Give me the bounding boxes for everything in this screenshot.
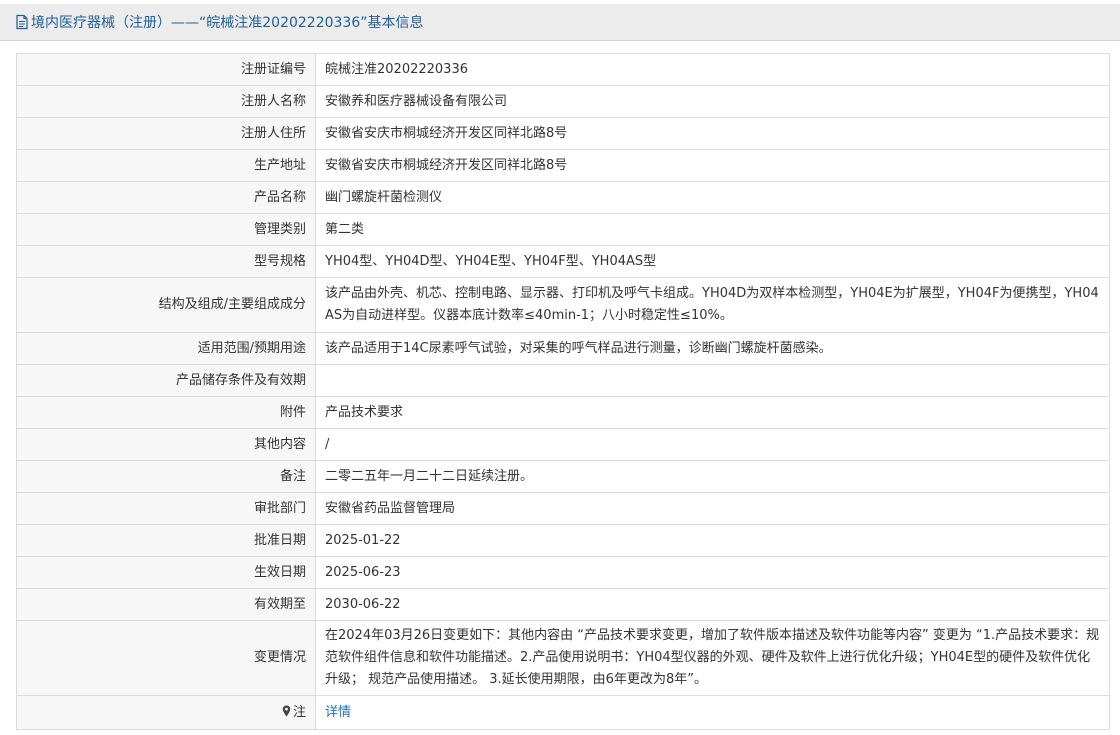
field-value: 安徽省安庆市桐城经济开发区同祥北路8号: [315, 117, 1110, 150]
field-label: 审批部门: [16, 492, 316, 525]
field-label: 注册证编号: [16, 53, 316, 86]
field-value: 皖械注准20202220336: [315, 53, 1110, 86]
field-value: 2025-01-22: [315, 524, 1110, 557]
page: 境内医疗器械（注册）——“皖械注准20202220336”基本信息 注册证编号 …: [0, 0, 1120, 735]
table-row: 产品名称 幽门螺旋杆菌检测仪: [16, 181, 1110, 214]
field-label: 适用范围/预期用途: [16, 332, 316, 365]
table-row: 注册人名称 安徽养和医疗器械设备有限公司: [16, 85, 1110, 118]
table-row: 附件 产品技术要求: [16, 396, 1110, 429]
note-label-cell: 注: [16, 695, 316, 730]
field-value: 该产品由外壳、机芯、控制电路、显示器、打印机及呼气卡组成。YH04D为双样本检测…: [315, 277, 1110, 333]
document-icon: [16, 14, 28, 30]
table-row: 审批部门 安徽省药品监督管理局: [16, 492, 1110, 525]
field-value: [315, 364, 1110, 397]
field-label: 有效期至: [16, 588, 316, 621]
field-label: 结构及组成/主要组成成分: [16, 277, 316, 333]
field-label: 生效日期: [16, 556, 316, 589]
field-value: 该产品适用于14C尿素呼气试验，对采集的呼气样品进行测量，诊断幽门螺旋杆菌感染。: [315, 332, 1110, 365]
page-title: 境内医疗器械（注册）——“皖械注准20202220336”基本信息: [31, 15, 424, 31]
page-header: 境内医疗器械（注册）——“皖械注准20202220336”基本信息: [0, 4, 1120, 41]
field-value: 安徽省安庆市桐城经济开发区同祥北路8号: [315, 149, 1110, 182]
table-row: 生效日期 2025-06-23: [16, 556, 1110, 589]
table-row: 管理类别 第二类: [16, 213, 1110, 246]
field-label: 注册人名称: [16, 85, 316, 118]
table-row: 产品储存条件及有效期: [16, 364, 1110, 397]
field-value: 安徽养和医疗器械设备有限公司: [315, 85, 1110, 118]
field-label: 注册人住所: [16, 117, 316, 150]
field-label: 备注: [16, 460, 316, 493]
table-row: 型号规格 YH04型、YH04D型、YH04E型、YH04F型、YH04AS型: [16, 245, 1110, 278]
field-value: 二零二五年一月二十二日延续注册。: [315, 460, 1110, 493]
info-table: 注册证编号 皖械注准20202220336 注册人名称 安徽养和医疗器械设备有限…: [16, 53, 1110, 730]
pin-icon: [282, 705, 291, 716]
field-value: 在2024年03月26日变更如下：其他内容由 “产品技术要求变更，增加了软件版本…: [315, 620, 1110, 696]
field-value: 第二类: [315, 213, 1110, 246]
note-label: 注: [292, 704, 306, 720]
table-row: 批准日期 2025-01-22: [16, 524, 1110, 557]
table-row: 备注 二零二五年一月二十二日延续注册。: [16, 460, 1110, 493]
table-row: 有效期至 2030-06-22: [16, 588, 1110, 621]
field-label: 批准日期: [16, 524, 316, 557]
field-label: 生产地址: [16, 149, 316, 182]
field-label: 管理类别: [16, 213, 316, 246]
field-label: 型号规格: [16, 245, 316, 278]
table-row: 注册人住所 安徽省安庆市桐城经济开发区同祥北路8号: [16, 117, 1110, 150]
field-label: 产品储存条件及有效期: [16, 364, 316, 397]
field-label: 变更情况: [16, 620, 316, 696]
field-label: 附件: [16, 396, 316, 429]
note-value-cell: 详情: [315, 695, 1110, 730]
field-value: /: [315, 428, 1110, 461]
table-row: 结构及组成/主要组成成分 该产品由外壳、机芯、控制电路、显示器、打印机及呼气卡组…: [16, 277, 1110, 333]
table-row: 其他内容 /: [16, 428, 1110, 461]
table-row: 注册证编号 皖械注准20202220336: [16, 53, 1110, 86]
field-label: 产品名称: [16, 181, 316, 214]
table-row: 适用范围/预期用途 该产品适用于14C尿素呼气试验，对采集的呼气样品进行测量，诊…: [16, 332, 1110, 365]
field-value: 2025-06-23: [315, 556, 1110, 589]
details-link[interactable]: 详情: [325, 705, 351, 720]
field-label: 其他内容: [16, 428, 316, 461]
table-row: 变更情况 在2024年03月26日变更如下：其他内容由 “产品技术要求变更，增加…: [16, 620, 1110, 696]
field-value: 安徽省药品监督管理局: [315, 492, 1110, 525]
field-value: 产品技术要求: [315, 396, 1110, 429]
field-value: 2030-06-22: [315, 588, 1110, 621]
field-value: 幽门螺旋杆菌检测仪: [315, 181, 1110, 214]
field-value: YH04型、YH04D型、YH04E型、YH04F型、YH04AS型: [315, 245, 1110, 278]
table-row: 生产地址 安徽省安庆市桐城经济开发区同祥北路8号: [16, 149, 1110, 182]
note-row: 注 详情: [16, 695, 1110, 730]
